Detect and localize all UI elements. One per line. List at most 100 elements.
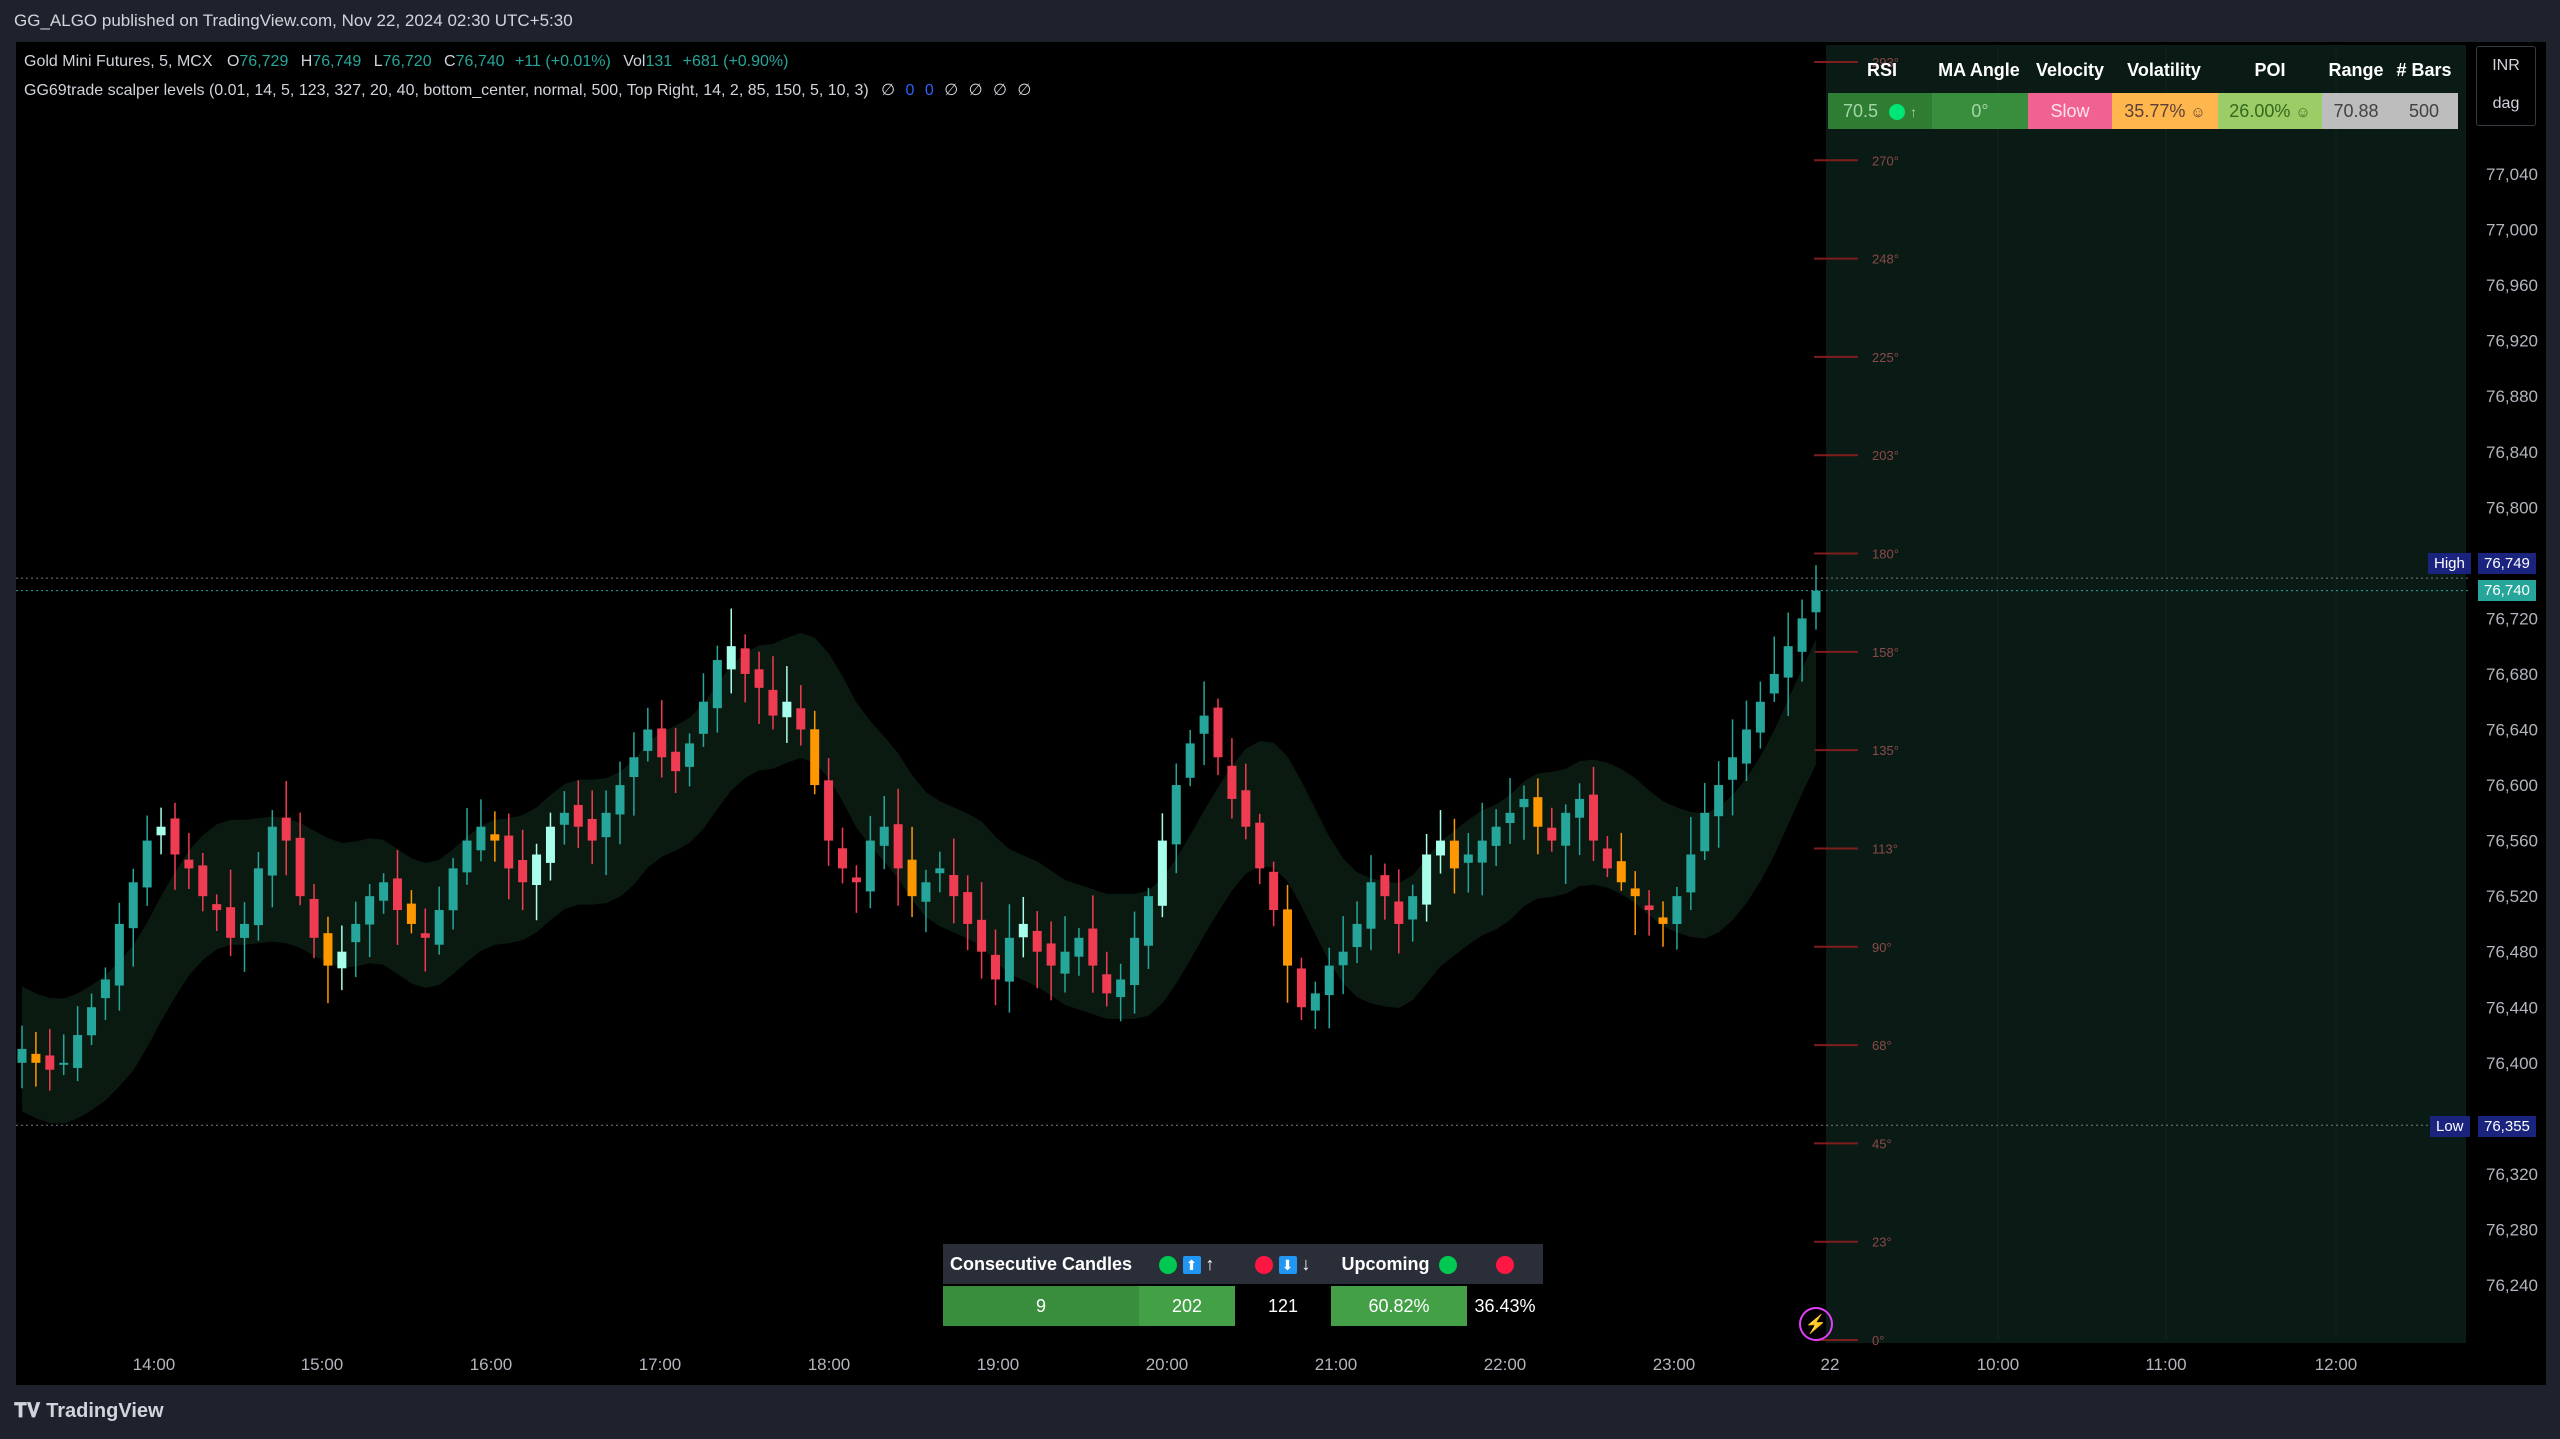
velocity-value: Slow	[2028, 93, 2112, 129]
candlestick-chart[interactable]: 77,040 77,000 76,960 76,920 76,880 76,840 76,8…	[0, 0, 2560, 1439]
candle-body	[379, 882, 389, 901]
price-axis-label: 76,960	[2486, 276, 2538, 295]
cc-up-prob: 60.82%	[1331, 1286, 1467, 1326]
candle-body	[184, 859, 194, 869]
current-price-tag: 76,740	[2478, 580, 2536, 601]
candle-body	[337, 951, 347, 969]
candle-body	[253, 868, 263, 926]
candle-body	[977, 919, 987, 952]
time-axis-label: 11:00	[2145, 1355, 2186, 1374]
bars-value: 500	[2390, 93, 2458, 129]
candle-body	[1519, 798, 1529, 808]
time-axis-label: 22	[1821, 1355, 1840, 1374]
candle-body	[1060, 951, 1070, 974]
angle-label: 90°	[1872, 940, 1892, 955]
low-value: 76,720	[382, 53, 432, 70]
candle-body	[1227, 765, 1237, 799]
candle-body	[824, 780, 834, 841]
angle-label: 45°	[1872, 1136, 1892, 1151]
time-axis-label: 16:00	[470, 1355, 513, 1374]
candle-body	[1505, 812, 1515, 824]
candle-body	[1032, 930, 1042, 952]
price-axis-label: 76,680	[2486, 665, 2538, 684]
candle-body	[1755, 701, 1765, 733]
candle-body	[1602, 848, 1612, 869]
candle-body	[1324, 965, 1334, 996]
angle-label: 203°	[1872, 448, 1899, 463]
cc-count: 9	[943, 1286, 1139, 1326]
vol-value: 131	[645, 53, 673, 70]
close-value: 76,740	[455, 53, 505, 70]
time-axis-label: 22:00	[1484, 1355, 1527, 1374]
symbol-legend: Gold Mini Futures, 5, MCX O76,729 H76,74…	[24, 53, 788, 71]
angle-label: 158°	[1872, 645, 1899, 660]
candle-body	[532, 854, 542, 885]
price-axis-label: 76,320	[2486, 1165, 2538, 1184]
candle-body	[559, 812, 569, 825]
indicator-legend[interactable]: GG69trade scalper levels (0.01, 14, 5, 1…	[24, 80, 1031, 100]
time-axis-label: 18:00	[808, 1355, 851, 1374]
candle-body	[114, 923, 124, 986]
currency-unit-button[interactable]: INR dag	[2476, 46, 2536, 126]
time-axis-label: 21:00	[1315, 1355, 1358, 1374]
candle-body	[462, 840, 472, 873]
candle-body	[1046, 943, 1056, 966]
stat-header: MA Angle	[1938, 60, 2020, 80]
candle-body	[1018, 923, 1028, 938]
candle-body	[1199, 715, 1209, 734]
angle-label: 248°	[1872, 252, 1899, 267]
candle-body	[796, 708, 806, 730]
low-tag-label: Low	[2430, 1116, 2470, 1137]
candle-body	[1811, 590, 1821, 613]
consecutive-candles-table: Consecutive Candles ⬆ ↑ ⬇ ↓ Upcoming 9 2…	[943, 1244, 1543, 1328]
candle-body	[768, 689, 778, 716]
indicator-value: ∅	[968, 82, 983, 99]
angle-label: 135°	[1872, 743, 1899, 758]
currency-label: INR	[2492, 57, 2520, 74]
price-axis-label: 76,440	[2486, 998, 2538, 1017]
indicator-value: ∅	[944, 82, 959, 99]
candle-body	[1769, 673, 1779, 694]
indicator-value: 0	[924, 82, 934, 99]
high-label: H	[300, 53, 313, 70]
indicator-value: 0	[905, 82, 915, 99]
indicator-value: ∅	[1017, 82, 1032, 99]
candle-body	[671, 751, 681, 772]
candle-body	[87, 1007, 97, 1036]
candle-body	[420, 933, 430, 938]
candle-body	[295, 837, 305, 897]
green-dot-icon	[1438, 1256, 1457, 1275]
lightning-icon[interactable]: ⚡	[1799, 1307, 1833, 1341]
candle-body	[907, 859, 917, 897]
candle-body	[712, 660, 722, 709]
candle-body	[1783, 646, 1793, 678]
change-value: +11 (+0.01%)	[515, 53, 611, 70]
stat-header: Volatility	[2127, 60, 2201, 80]
candle-body	[1477, 840, 1487, 863]
candle-body	[212, 904, 222, 911]
up-arrow-box-icon: ⬆	[1182, 1256, 1201, 1275]
symbol-name[interactable]: Gold Mini Futures, 5, MCX	[24, 53, 213, 70]
candle-body	[545, 826, 555, 863]
candle-body	[893, 824, 903, 869]
price-axis-label: 76,240	[2486, 1276, 2538, 1295]
candle-body	[226, 907, 236, 938]
cc-down-prob: 36.43%	[1467, 1286, 1543, 1326]
poi-value: 26.00% ☺	[2218, 93, 2322, 129]
angle-label: 270°	[1872, 153, 1899, 168]
candle-body	[406, 903, 416, 924]
price-axis-label: 76,720	[2486, 609, 2538, 628]
candle-body	[1644, 905, 1654, 911]
price-axis-label: 77,040	[2486, 165, 2538, 184]
candle-body	[198, 865, 208, 897]
candle-body	[17, 1048, 27, 1063]
candle-body	[142, 840, 152, 888]
cc-up-count: 202	[1139, 1286, 1235, 1326]
tradingview-logo[interactable]: 𝐓𝐕 TradingView	[14, 1400, 164, 1423]
stat-header: POI	[2254, 60, 2286, 80]
time-axis-label: 14:00	[133, 1355, 176, 1374]
candle-body	[643, 729, 653, 751]
price-axis-label: 76,560	[2486, 832, 2538, 851]
candle-body	[31, 1053, 41, 1063]
candle-body	[1686, 854, 1696, 893]
